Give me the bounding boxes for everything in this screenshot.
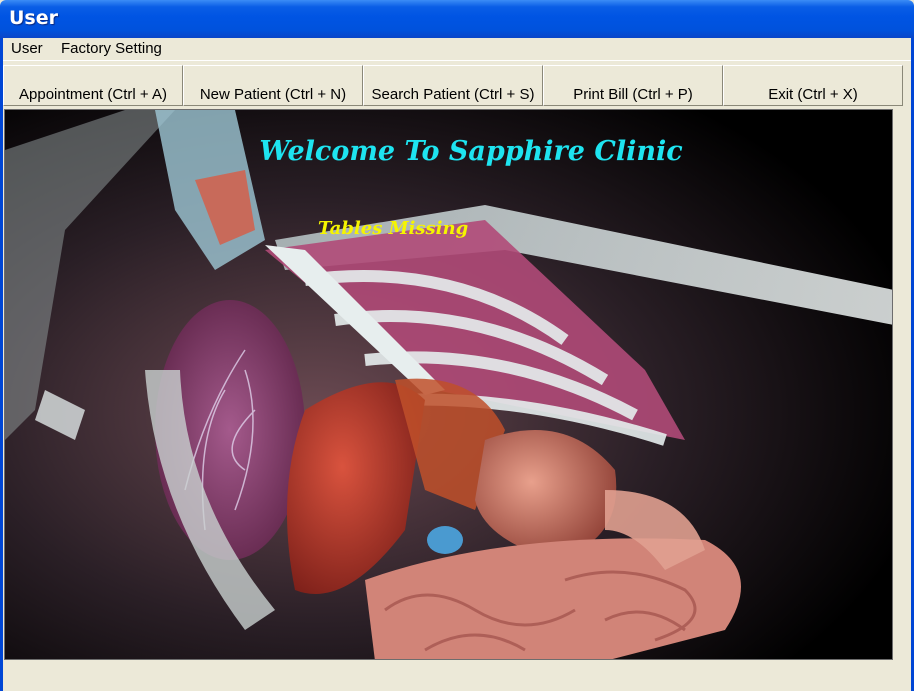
status-bar [3,661,911,691]
menu-bar: User Factory Setting [3,38,911,61]
window-title: User [9,7,58,29]
welcome-heading: Welcome To Sapphire Clinic [259,136,683,167]
search-patient-button[interactable]: Search Patient (Ctrl + S) [363,65,543,106]
exit-button[interactable]: Exit (Ctrl + X) [723,65,903,106]
tables-missing-message: Tables Missing [318,218,469,239]
app-window: User User Factory Setting Appointment (C… [0,0,914,691]
appointment-button[interactable]: Appointment (Ctrl + A) [3,65,183,106]
window-frame-left [0,38,3,691]
main-panel: Welcome To Sapphire Clinic Tables Missin… [4,109,893,660]
menu-user[interactable]: User [9,40,45,57]
print-bill-button[interactable]: Print Bill (Ctrl + P) [543,65,723,106]
title-bar[interactable]: User [0,0,914,38]
new-patient-button[interactable]: New Patient (Ctrl + N) [183,65,363,106]
toolbar: Appointment (Ctrl + A) New Patient (Ctrl… [3,62,911,107]
anatomy-background-image [5,110,892,659]
menu-factory-setting[interactable]: Factory Setting [59,40,164,57]
